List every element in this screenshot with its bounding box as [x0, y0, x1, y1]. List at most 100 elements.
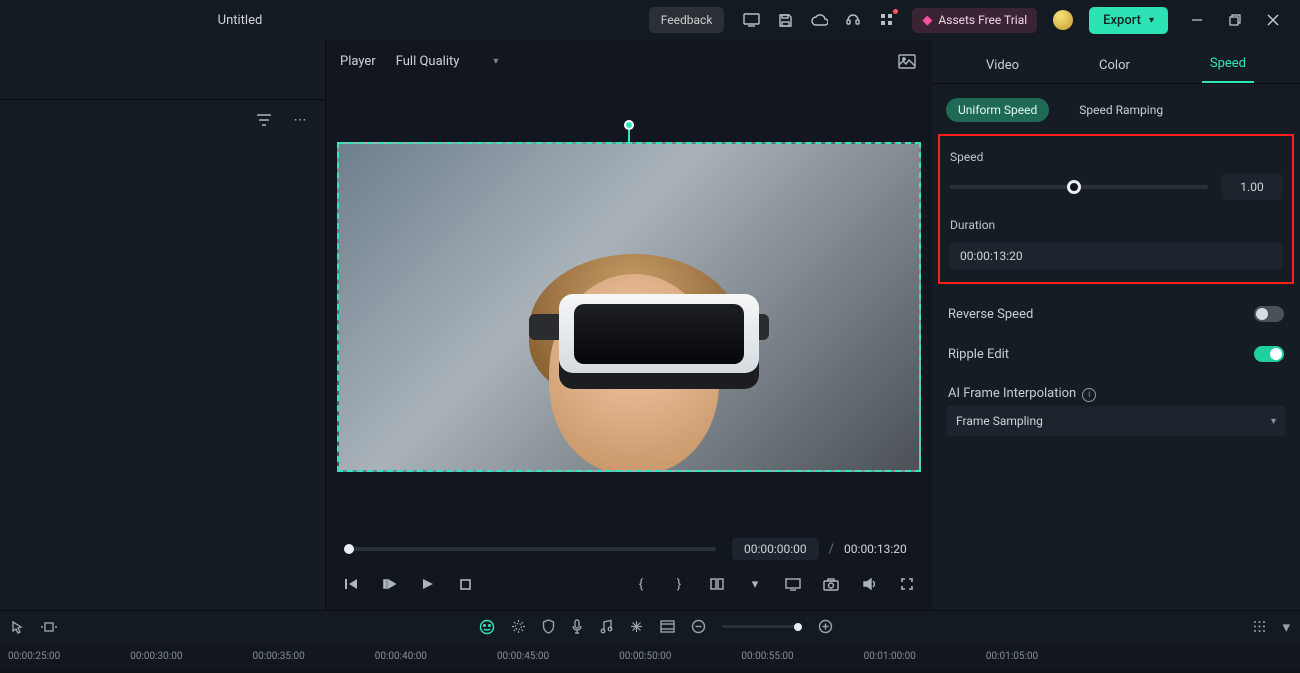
- stop-button[interactable]: [454, 573, 476, 595]
- main-area: ⋯ Player Full Quality ▾: [0, 40, 1300, 610]
- media-panel-top: [0, 40, 325, 100]
- playback-controls: { } ▾: [326, 566, 932, 602]
- inspector-panel: Video Color Speed Uniform Speed Speed Ra…: [932, 40, 1300, 610]
- ripple-edit-row: Ripple Edit: [932, 334, 1300, 374]
- tick-label: 00:01:05:00: [986, 651, 1038, 662]
- speed-slider-row: 1.00: [950, 174, 1282, 200]
- anchor-handle-icon[interactable]: [624, 120, 634, 130]
- speed-ramping-tab[interactable]: Speed Ramping: [1067, 98, 1175, 122]
- assets-trial-button[interactable]: ◆ Assets Free Trial: [912, 8, 1037, 33]
- media-toolrow: ⋯: [0, 100, 325, 140]
- reverse-speed-row: Reverse Speed: [932, 294, 1300, 334]
- window-minimize-button[interactable]: [1180, 5, 1214, 35]
- speed-slider-knob[interactable]: [1067, 180, 1081, 194]
- mark-in-button[interactable]: {: [630, 573, 652, 595]
- scrub-knob[interactable]: [344, 544, 354, 554]
- speed-value[interactable]: 1.00: [1222, 174, 1282, 200]
- reverse-speed-toggle[interactable]: [1254, 306, 1284, 322]
- frame-tool-icon[interactable]: [660, 620, 675, 633]
- zoom-slider[interactable]: [722, 625, 802, 628]
- sparkle-tool-icon[interactable]: [511, 619, 526, 634]
- timeline-tools: ▾: [0, 610, 1300, 642]
- tab-speed[interactable]: Speed: [1202, 46, 1254, 83]
- display-icon[interactable]: [738, 7, 764, 33]
- tab-color[interactable]: Color: [1091, 48, 1138, 83]
- prev-frame-button[interactable]: [340, 573, 362, 595]
- uniform-speed-tab[interactable]: Uniform Speed: [946, 98, 1049, 122]
- media-panel: ⋯: [0, 40, 326, 610]
- gem-icon: ◆: [922, 13, 932, 28]
- ai-interpolation-label: AI Frame Interpolationi: [948, 386, 1096, 402]
- window-maximize-button[interactable]: [1218, 5, 1252, 35]
- speed-slider[interactable]: [950, 185, 1208, 189]
- speed-subtabs: Uniform Speed Speed Ramping: [932, 90, 1300, 130]
- timeline-right-tools: ▾: [1253, 618, 1290, 636]
- grid-view-icon[interactable]: [1253, 620, 1266, 633]
- zoom-in-button[interactable]: [818, 619, 833, 634]
- scrub-track[interactable]: [346, 547, 716, 551]
- timeline-center-tools: [479, 619, 833, 635]
- export-label: Export: [1103, 13, 1141, 28]
- smiley-tool-icon[interactable]: [479, 619, 495, 635]
- transport-bar: 00:00:00:00 / 00:00:13:20: [326, 532, 932, 566]
- ripple-edit-label: Ripple Edit: [948, 347, 1009, 362]
- highlight-tool-icon[interactable]: [629, 619, 644, 634]
- save-icon[interactable]: [772, 7, 798, 33]
- mark-out-button[interactable]: }: [668, 573, 690, 595]
- mic-tool-icon[interactable]: [571, 619, 583, 635]
- pointer-tool-icon[interactable]: [10, 620, 24, 634]
- apps-icon[interactable]: [874, 7, 900, 33]
- timeline-ruler[interactable]: 00:00:25:00 00:00:30:00 00:00:35:00 00:0…: [0, 642, 1300, 670]
- anchor-line: [628, 130, 630, 144]
- export-button[interactable]: Export ▾: [1089, 7, 1168, 34]
- tick-label: 00:00:25:00: [8, 651, 60, 662]
- info-icon[interactable]: i: [1082, 388, 1096, 402]
- timeline-left-tools: [10, 620, 58, 634]
- tick-label: 00:01:00:00: [864, 651, 916, 662]
- tick-label: 00:00:40:00: [375, 651, 427, 662]
- volume-icon[interactable]: [858, 573, 880, 595]
- tab-video[interactable]: Video: [978, 48, 1027, 83]
- tick-label: 00:00:30:00: [130, 651, 182, 662]
- camera-icon[interactable]: [820, 573, 842, 595]
- current-time: 00:00:00:00: [732, 538, 819, 560]
- music-tool-icon[interactable]: [599, 619, 613, 634]
- duration-label: Duration: [950, 218, 1282, 232]
- chevron-down-icon: ▾: [493, 56, 498, 67]
- speed-label: Speed: [950, 150, 1282, 164]
- expand-tool-icon[interactable]: [40, 621, 58, 633]
- video-preview[interactable]: [337, 142, 921, 472]
- tick-label: 00:00:35:00: [252, 651, 304, 662]
- play-button[interactable]: [416, 573, 438, 595]
- window-close-button[interactable]: [1256, 5, 1290, 35]
- crop-icon[interactable]: [706, 573, 728, 595]
- total-duration: 00:00:13:20: [844, 542, 907, 556]
- snapshot-icon[interactable]: [896, 50, 918, 72]
- chevron-down-icon[interactable]: ▾: [1282, 618, 1290, 636]
- titlebar: Untitled Feedback ◆ Assets Free Trial Ex…: [0, 0, 1300, 40]
- zoom-knob[interactable]: [794, 623, 802, 631]
- screen-icon[interactable]: [782, 573, 804, 595]
- quality-value: Full Quality: [396, 54, 460, 69]
- more-icon[interactable]: ⋯: [289, 109, 311, 131]
- ripple-edit-toggle[interactable]: [1254, 346, 1284, 362]
- profile-badge[interactable]: [1053, 10, 1073, 30]
- chevron-down-icon[interactable]: ▾: [744, 573, 766, 595]
- zoom-out-button[interactable]: [691, 619, 706, 634]
- duration-input[interactable]: 00:00:13:20: [950, 242, 1282, 270]
- filter-icon[interactable]: [253, 109, 275, 131]
- reverse-speed-label: Reverse Speed: [948, 307, 1033, 322]
- quality-select[interactable]: Full Quality ▾: [390, 50, 505, 73]
- project-title: Untitled: [20, 13, 460, 28]
- chevron-down-icon: ▾: [1149, 15, 1154, 26]
- player-panel: Player Full Quality ▾: [326, 40, 932, 610]
- shield-tool-icon[interactable]: [542, 619, 555, 634]
- chevron-down-icon: ▾: [1271, 416, 1276, 427]
- feedback-button[interactable]: Feedback: [649, 7, 725, 33]
- fullscreen-icon[interactable]: [896, 573, 918, 595]
- tick-label: 00:00:45:00: [497, 651, 549, 662]
- support-icon[interactable]: [840, 7, 866, 33]
- step-back-button[interactable]: [378, 573, 400, 595]
- cloud-icon[interactable]: [806, 7, 832, 33]
- ai-interpolation-select[interactable]: Frame Sampling ▾: [946, 406, 1286, 436]
